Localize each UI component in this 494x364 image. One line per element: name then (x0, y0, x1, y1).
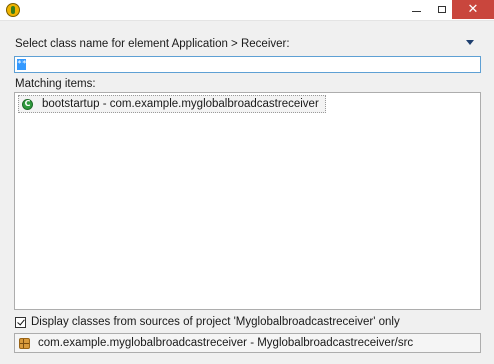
project-sources-checkbox[interactable] (15, 316, 26, 328)
maximize-icon (438, 6, 446, 13)
list-item-label: bootstartup - com.example.myglobalbroadc… (42, 98, 319, 110)
list-item[interactable]: bootstartup - com.example.myglobalbroadc… (18, 95, 326, 113)
eclipse-app-icon (6, 3, 20, 17)
minimize-icon (411, 11, 421, 12)
class-icon (22, 98, 33, 110)
checkbox-label: Display classes from sources of project … (31, 316, 400, 328)
dialog-header-label: Select class name for element Applicatio… (15, 38, 290, 50)
maximize-button[interactable] (430, 0, 454, 19)
selection-status-bar: com.example.myglobalbroadcastreceiver - … (14, 333, 481, 353)
filter-input[interactable]: ** (14, 56, 481, 73)
matching-items-list[interactable]: bootstartup - com.example.myglobalbroadc… (14, 92, 481, 310)
close-button[interactable]: ✕ (452, 0, 494, 19)
project-sources-option[interactable]: Display classes from sources of project … (15, 316, 400, 328)
matching-items-label: Matching items: (15, 78, 96, 90)
close-icon: ✕ (467, 2, 479, 17)
status-text: com.example.myglobalbroadcastreceiver - … (38, 337, 414, 349)
package-icon (19, 337, 30, 349)
title-bar: ✕ (0, 0, 494, 21)
minimize-button[interactable] (404, 0, 428, 19)
view-menu-dropdown-icon[interactable] (466, 40, 474, 45)
text-cursor-selection: ** (17, 59, 27, 70)
